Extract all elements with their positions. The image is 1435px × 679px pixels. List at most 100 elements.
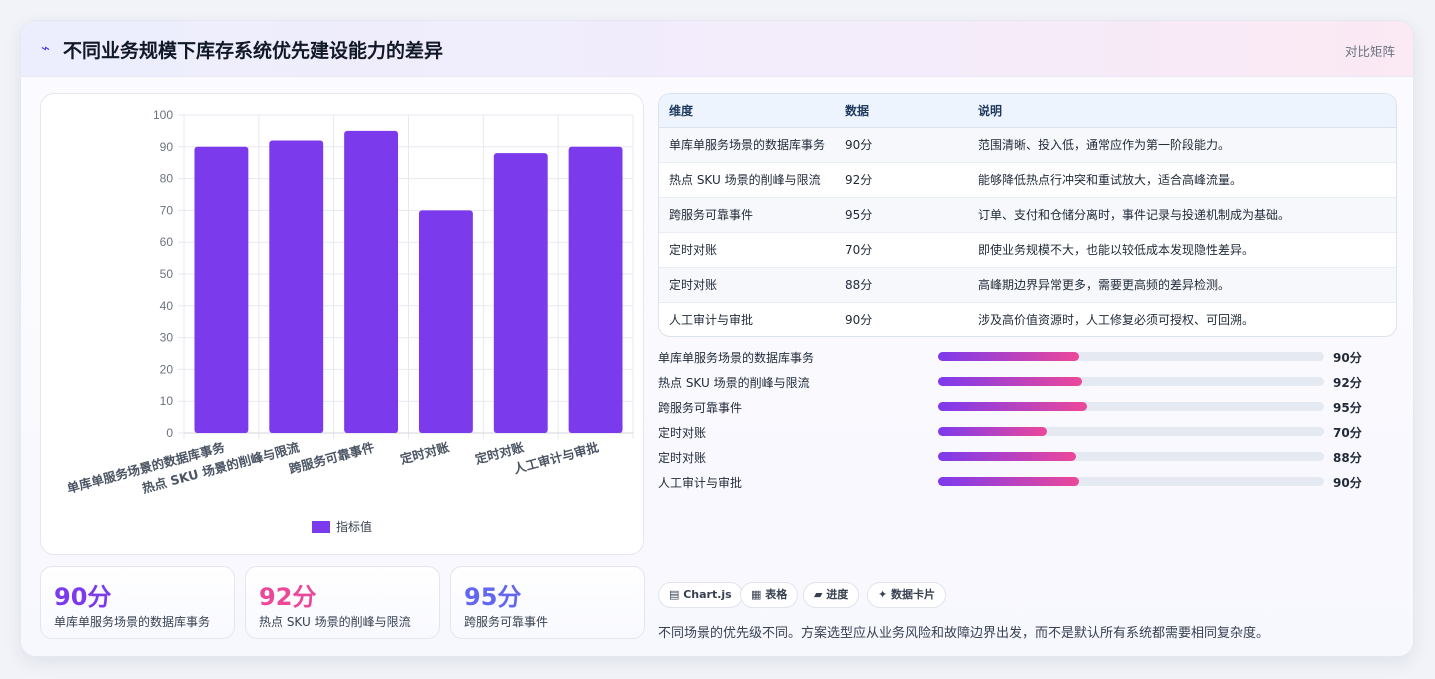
table-cell: 人工审计与审批 — [669, 313, 754, 328]
progress-label: 热点 SKU 场景的削峰与限流 — [658, 376, 810, 390]
card-header: ⌁ 不同业务规模下库存系统优先建设能力的差异 对比矩阵 — [21, 21, 1413, 77]
column-header: 说明 — [968, 94, 1396, 128]
progress-row: 热点 SKU 场景的削峰与限流 92分 — [658, 373, 1398, 391]
progress-value: 90分 — [1333, 476, 1362, 490]
stat-card-2: 92分 热点 SKU 场景的削峰与限流 — [245, 566, 440, 639]
y-tick-label: 10 — [160, 394, 174, 408]
table-header-row: 维度 数据 说明 — [659, 94, 1396, 128]
table-cell: 定时对账 — [669, 243, 718, 257]
bar — [269, 140, 324, 433]
table-row: 热点 SKU 场景的削峰与限流 92分 能够降低热点行冲突和重试放大，适合高峰流… — [659, 162, 1396, 197]
table-cell: 跨服务可靠事件 — [669, 208, 754, 222]
summary-note: 不同场景的优先级不同。方案选型应从业务风险和故障边界出发，而不是默认所有系统都需… — [658, 626, 1270, 641]
progress-track — [938, 377, 1324, 386]
table-cell: 定时对账 — [669, 278, 718, 292]
stat-value: 95分 — [464, 583, 522, 611]
column-header: 维度 — [659, 94, 835, 128]
progress-value: 90分 — [1333, 351, 1362, 365]
bar — [194, 146, 249, 434]
chip-data-card[interactable]: ✦ 数据卡片 — [867, 582, 947, 608]
stat-value: 92分 — [259, 583, 317, 611]
bar-chart: 0102030405060708090100单库单服务场景的数据库事务热点 SK… — [65, 108, 634, 534]
legend-swatch — [312, 521, 330, 533]
table-cell: 高峰期边界异常更多，需要更高频的差异检测。 — [978, 278, 1231, 292]
y-tick-label: 90 — [160, 140, 174, 154]
progress-value: 95分 — [1333, 401, 1362, 415]
bar — [344, 130, 399, 433]
page-title: 不同业务规模下库存系统优先建设能力的差异 — [63, 40, 444, 62]
progress-row: 定时对账 88分 — [658, 448, 1398, 466]
progress-track — [938, 402, 1324, 411]
progress-label: 定时对账 — [658, 426, 707, 440]
y-tick-label: 100 — [153, 108, 173, 122]
table-row: 定时对账 70分 即使业务规模不大，也能以较低成本发现隐性差异。 — [659, 232, 1396, 267]
bar-chart-panel: 0 10 20 30 40 50 60 70 80 90 100 单库单服务场景的数据库事务 热点 SK… — [40, 93, 644, 555]
table-row: 定时对账 88分 高峰期边界异常更多，需要更高频的差异检测。 — [659, 267, 1396, 302]
progress-value: 92分 — [1333, 376, 1362, 390]
table-cell: 单库单服务场景的数据库事务 — [669, 138, 826, 152]
table-cell: 即使业务规模不大，也能以较低成本发现隐性差异。 — [978, 243, 1255, 257]
comparison-card: ⌁ 不同业务规模下库存系统优先建设能力的差异 对比矩阵 0 10 20 30 40 50 6… — [20, 20, 1414, 657]
progress-fill — [938, 427, 1048, 436]
progress-track — [938, 452, 1324, 461]
line-chart-icon: ⌁ — [41, 39, 51, 57]
table-cell: 95分 — [845, 208, 873, 222]
progress-fill — [938, 477, 1079, 486]
table-cell: 能够降低热点行冲突和重试放大，适合高峰流量。 — [978, 173, 1243, 187]
table-cell: 范围清晰、投入低，通常应作为第一阶段能力。 — [978, 138, 1231, 152]
chip-table[interactable]: ▦ 表格 — [740, 582, 799, 608]
progress-fill — [938, 452, 1076, 461]
table-cell: 90分 — [845, 313, 873, 328]
stat-label: 单库单服务场景的数据库事务 — [54, 615, 211, 629]
x-tick-label: 定时对账 — [398, 439, 452, 467]
x-tick-label: 跨服务可靠事件 — [287, 439, 376, 476]
bar — [568, 146, 623, 434]
progress-track — [938, 352, 1324, 361]
progress-label: 单库单服务场景的数据库事务 — [658, 351, 815, 365]
column-header: 数据 — [835, 94, 968, 128]
progress-row: 人工审计与审批 90分 — [658, 473, 1398, 491]
progress-value: 88分 — [1333, 451, 1362, 465]
stat-label: 热点 SKU 场景的削峰与限流 — [259, 615, 411, 629]
y-tick-label: 60 — [160, 235, 174, 249]
stat-card-3: 95分 跨服务可靠事件 — [450, 566, 645, 639]
header-tag: 对比矩阵 — [1344, 44, 1395, 59]
progress-track — [938, 427, 1324, 436]
y-tick-label: 40 — [160, 299, 174, 313]
table-cell: 90分 — [845, 138, 873, 152]
table-row: 单库单服务场景的数据库事务 90分 范围清晰、投入低，通常应作为第一阶段能力。 — [659, 127, 1396, 162]
progress-row: 跨服务可靠事件 95分 — [658, 398, 1398, 416]
chip-chartjs[interactable]: ▤ Chart.js — [658, 582, 743, 608]
progress-row: 定时对账 70分 — [658, 423, 1398, 441]
table-cell: 92分 — [845, 173, 873, 187]
progress-track — [938, 477, 1324, 486]
table-cell: 70分 — [845, 243, 873, 257]
progress-fill — [938, 402, 1087, 411]
y-tick-label: 70 — [160, 203, 174, 217]
table-row: 人工审计与审批 90分 涉及高价值资源时，人工修复必须可授权、可回溯。 — [659, 302, 1396, 336]
progress-label: 定时对账 — [658, 451, 707, 465]
table-cell: 订单、支付和仓储分离时，事件记录与投递机制成为基础。 — [978, 208, 1291, 222]
legend-label: 指标值 — [336, 519, 372, 534]
x-tick-label: 人工审计与审批 — [512, 439, 601, 476]
y-tick-label: 30 — [160, 331, 174, 345]
data-table: 维度 数据 说明 单库单服务场景的数据库事务 90分 范围清晰、投入低，通常应作… — [658, 93, 1397, 337]
progress-label: 跨服务可靠事件 — [658, 401, 743, 415]
bar — [418, 210, 473, 433]
stat-label: 跨服务可靠事件 — [464, 615, 549, 629]
table-cell: 涉及高价值资源时，人工修复必须可授权、可回溯。 — [978, 313, 1255, 328]
y-tick-label: 80 — [160, 172, 174, 186]
y-tick-label: 20 — [160, 362, 174, 376]
chip-progress[interactable]: ▰ 进度 — [803, 582, 860, 608]
bar — [493, 153, 548, 433]
y-tick-label: 50 — [160, 267, 174, 281]
progress-row: 单库单服务场景的数据库事务 90分 — [658, 348, 1398, 366]
stat-card-1: 90分 单库单服务场景的数据库事务 — [40, 566, 235, 639]
y-tick-label: 0 — [166, 426, 173, 440]
stat-value: 90分 — [54, 583, 112, 611]
progress-fill — [938, 352, 1079, 361]
progress-label: 人工审计与审批 — [658, 476, 743, 490]
progress-value: 70分 — [1333, 426, 1362, 440]
table-row: 跨服务可靠事件 95分 订单、支付和仓储分离时，事件记录与投递机制成为基础。 — [659, 197, 1396, 232]
table-cell: 88分 — [845, 278, 873, 292]
